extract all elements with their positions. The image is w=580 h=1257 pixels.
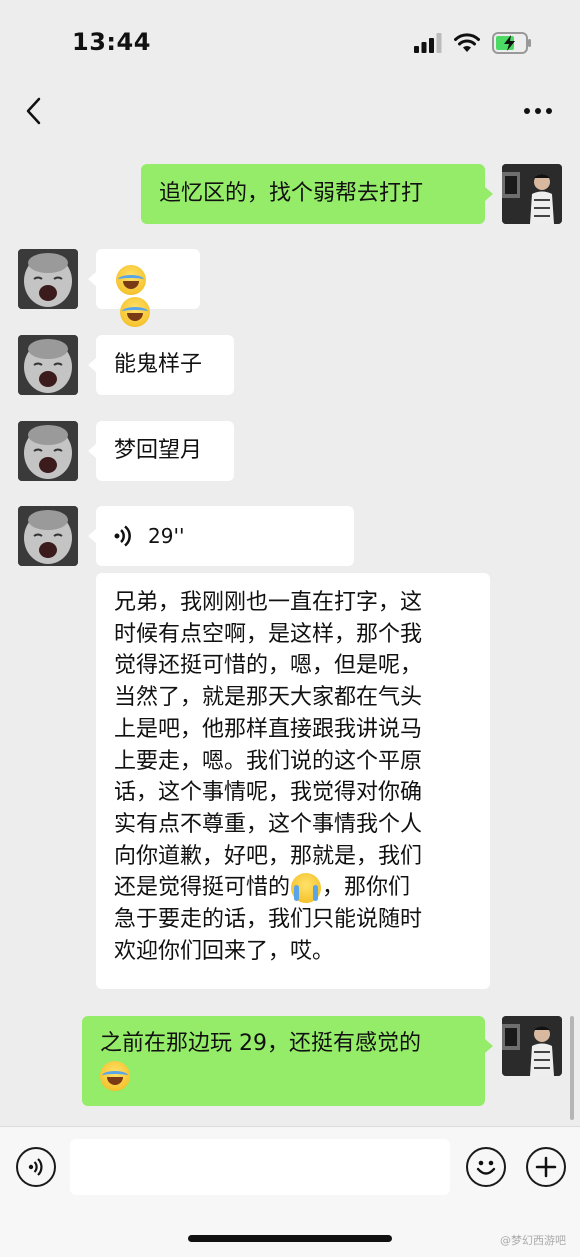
bubble-tail: [88, 272, 96, 286]
status-time: 13:44: [72, 28, 151, 56]
avatar-contact[interactable]: [18, 249, 78, 309]
message-bubble-received[interactable]: 兄弟，我刚刚也一直在打字，这 时候有点空啊，是这样，那个我 觉得还挺可惜的，嗯，…: [96, 573, 490, 989]
nav-bar: [0, 80, 580, 146]
message-line: 上要走，嗯。我们说的这个平原: [114, 748, 423, 774]
avatar-photo: [18, 506, 78, 566]
watermark: @梦幻西游吧: [500, 1234, 566, 1247]
crying-emoji: [291, 873, 322, 904]
bubble-tail: [485, 1039, 493, 1053]
avatar-photo: [18, 249, 78, 309]
message-line: 还是觉得挺可惜的 ，那你们: [114, 872, 472, 904]
message-bubble-sent[interactable]: 之前在那边玩 29，还挺有感觉的: [82, 1016, 485, 1106]
laughing-tears-emoji: [100, 1061, 130, 1091]
message-text: 能鬼样子: [114, 352, 203, 377]
battery-charging-icon: [492, 32, 531, 54]
chevron-left-icon: [26, 97, 41, 125]
home-indicator: [188, 1235, 392, 1242]
laughing-tears-emoji: [120, 297, 150, 327]
bubble-tail: [88, 444, 96, 458]
message-line: 兄弟，我刚刚也一直在打字，这: [114, 590, 423, 615]
bubble-tail: [88, 358, 96, 372]
add-button[interactable]: [526, 1147, 566, 1187]
voice-message-bubble[interactable]: 29'': [96, 506, 354, 566]
wifi-icon: [454, 33, 480, 52]
emoji-button[interactable]: [466, 1147, 506, 1187]
avatar-photo: [502, 164, 562, 224]
message-line: 实有点不尊重，这个事情我个人: [114, 811, 423, 837]
message-bubble-received[interactable]: 梦回望月: [96, 421, 234, 481]
status-icons: [414, 32, 532, 54]
voice-icon: [28, 1158, 43, 1176]
voice-duration: 29'': [148, 524, 185, 548]
laughing-tears-emoji: [116, 265, 146, 295]
message-line: 当然了，就是那天大家都在气头: [114, 685, 423, 711]
avatar-photo: [18, 335, 78, 395]
bubble-tail: [485, 187, 493, 201]
emoji-icon: [476, 1160, 496, 1175]
avatar-contact[interactable]: [18, 335, 78, 395]
message-line: 上是吧，他那样直接跟我讲说马: [114, 716, 423, 742]
voice-input-button[interactable]: [16, 1147, 56, 1187]
plus-icon: [535, 1156, 557, 1178]
avatar-self[interactable]: [502, 1016, 562, 1076]
message-line: [100, 1060, 467, 1092]
message-text: 之前在那边玩 29，还挺有感觉的: [100, 1031, 421, 1056]
avatar-photo: [18, 421, 78, 481]
message-input[interactable]: [70, 1139, 450, 1195]
status-bar: 13:44: [0, 0, 580, 80]
bubble-tail: [88, 529, 96, 543]
more-button[interactable]: [518, 94, 558, 128]
message-text: 还是觉得挺可惜的: [114, 875, 291, 901]
message-line: 话，这个事情呢，我觉得对你确: [114, 780, 423, 806]
message-line: 向你道歉，好吧，那就是，我们: [114, 843, 423, 869]
message-text: ，那你们: [322, 875, 411, 901]
message-bubble-received[interactable]: [96, 249, 200, 327]
message-line: 觉得还挺可惜的，嗯，但是呢，: [114, 653, 423, 679]
avatar-self[interactable]: [502, 164, 562, 224]
message-bubble-sent[interactable]: 追忆区的，找个弱帮去打打: [141, 164, 485, 224]
signal-icon: [414, 33, 442, 53]
back-button[interactable]: [18, 94, 48, 128]
avatar-contact[interactable]: [18, 421, 78, 481]
message-bubble-received[interactable]: 能鬼样子: [96, 335, 234, 395]
message-text: 追忆区的，找个弱帮去打打: [159, 181, 424, 206]
avatar-photo: [502, 1016, 562, 1076]
message-text: 梦回望月: [114, 438, 203, 463]
more-dots-icon: [524, 108, 552, 114]
scrollbar[interactable]: [570, 1016, 574, 1120]
message-line: 急于要走的话，我们只能说随时: [114, 907, 423, 933]
message-line: 时候有点空啊，是这样，那个我: [114, 621, 423, 647]
voice-wave-icon: [114, 525, 131, 547]
message-line: 欢迎你们回来了，哎。: [114, 938, 335, 964]
avatar-contact[interactable]: [18, 506, 78, 566]
